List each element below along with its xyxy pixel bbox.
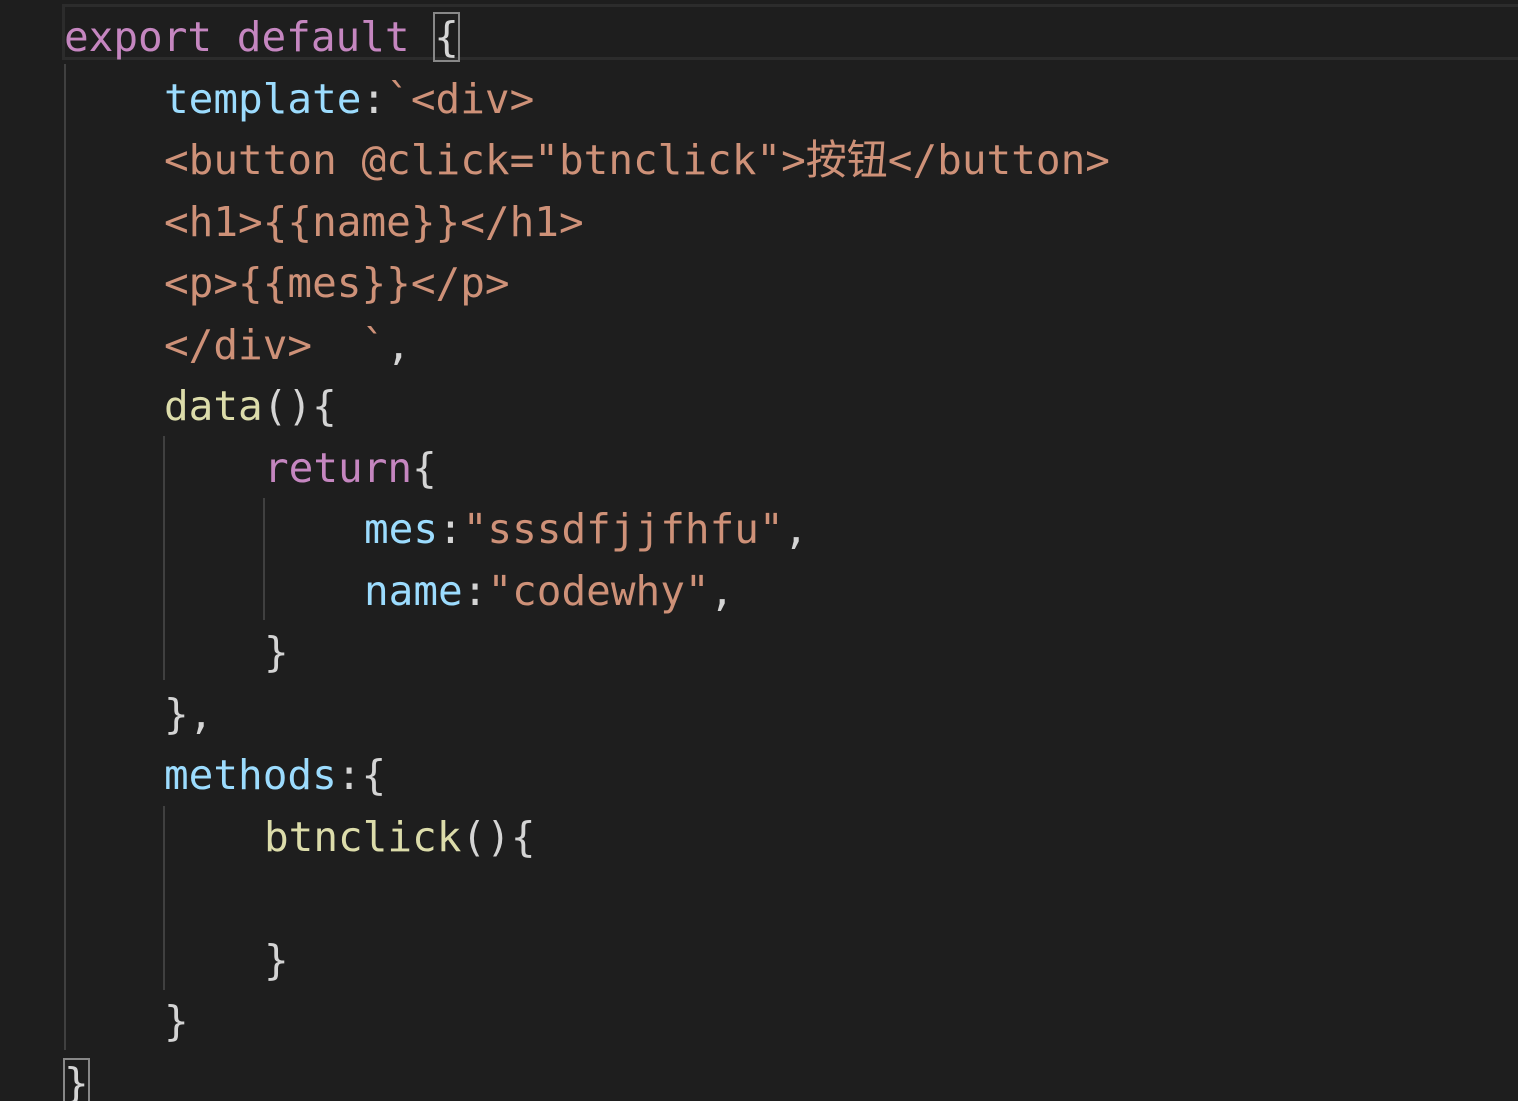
code-token: } xyxy=(264,628,289,676)
line-template[interactable]: template:`<div> xyxy=(164,68,534,130)
code-token: : xyxy=(361,74,387,123)
code-token: btnclick xyxy=(264,812,462,861)
line-p[interactable]: <p>{{mes}}</p> xyxy=(164,252,510,314)
code-token: methods xyxy=(164,751,337,799)
code-token: "codewhy" xyxy=(487,566,710,615)
line-export[interactable]: export default { xyxy=(64,6,460,68)
line-h1[interactable]: <h1>{{name}}</h1> xyxy=(164,191,584,253)
line-data-close[interactable]: }, xyxy=(164,683,213,745)
code-token: name xyxy=(364,566,463,615)
code-token: <h1>{{name}}</h1> xyxy=(164,197,584,246)
code-token: , xyxy=(386,320,411,369)
code-token: <button @click="btnclick">按钮</button> xyxy=(164,136,1110,184)
line-return-close[interactable]: } xyxy=(264,621,289,683)
line-methods-close[interactable]: } xyxy=(164,990,189,1052)
code-token: : xyxy=(438,505,463,553)
code-token: `<div> xyxy=(386,74,535,123)
code-token: :{ xyxy=(336,751,387,799)
code-token: , xyxy=(783,505,809,553)
matching-bracket: { xyxy=(433,12,460,62)
indent-guide-methods xyxy=(163,806,165,990)
code-token: : xyxy=(462,566,488,615)
line-btnclick-close[interactable]: } xyxy=(264,929,289,991)
code-token: data xyxy=(164,382,263,430)
indent-guide-data xyxy=(163,436,165,680)
line-name[interactable]: name:"codewhy", xyxy=(364,560,734,622)
code-token: } xyxy=(164,997,189,1045)
line-export-close[interactable]: } xyxy=(63,1052,90,1101)
code-token: } xyxy=(264,935,289,984)
code-token: (){ xyxy=(262,382,337,430)
code-token: <p>{{mes}}</p> xyxy=(164,259,510,307)
line-btnclick[interactable]: btnclick(){ xyxy=(264,806,536,868)
code-token: mes xyxy=(364,505,439,553)
code-token: { xyxy=(412,443,437,492)
code-token: (){ xyxy=(461,812,536,861)
code-token: return xyxy=(264,443,413,492)
line-div-close[interactable]: </div> `, xyxy=(164,314,411,376)
code-token: }, xyxy=(164,689,214,738)
code-editor[interactable]: export default {template:`<div> <button @… xyxy=(0,0,1518,1101)
code-token: , xyxy=(709,566,735,615)
line-button[interactable]: <button @click="btnclick">按钮</button> xyxy=(164,129,1110,191)
line-mes[interactable]: mes:"sssdfjjfhfu", xyxy=(364,498,808,560)
indent-guide-return xyxy=(263,498,265,620)
code-token: </div> ` xyxy=(164,320,387,369)
code-token: export default xyxy=(64,13,435,61)
matching-bracket: } xyxy=(63,1057,90,1101)
indent-guide-level-1 xyxy=(64,64,66,1050)
line-data[interactable]: data(){ xyxy=(164,375,337,437)
line-return[interactable]: return{ xyxy=(264,437,437,499)
line-methods[interactable]: methods:{ xyxy=(164,744,386,806)
code-token: "sssdfjjfhfu" xyxy=(462,505,784,553)
code-token: template xyxy=(164,74,362,123)
